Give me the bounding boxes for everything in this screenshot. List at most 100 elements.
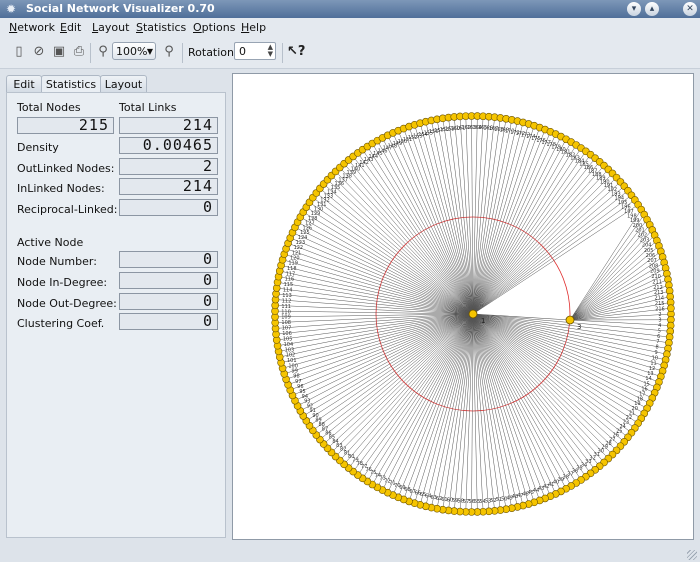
node-label[interactable]: 119 — [288, 261, 298, 267]
total-nodes-label: Total Nodes — [17, 101, 81, 114]
total-nodes-value: 215 — [17, 117, 114, 134]
node-in-degree-value: 0 — [119, 272, 218, 289]
node-label[interactable]: 54 — [479, 499, 485, 505]
menu-layout[interactable]: Layout — [92, 21, 129, 34]
edge-line — [472, 147, 582, 315]
rotation-spinbox[interactable]: 0 ▲ ▼ — [234, 42, 276, 60]
node-label[interactable]: 58 — [458, 499, 464, 505]
node-label[interactable]: 101 — [287, 358, 297, 364]
graph-node[interactable] — [667, 304, 675, 313]
whats-this-icon[interactable]: ↖? — [287, 43, 305, 61]
minimize-button[interactable]: ▾ — [627, 2, 641, 16]
menu-statistics[interactable]: Statistics — [136, 21, 186, 34]
node-label[interactable]: 113 — [282, 293, 292, 299]
node-label[interactable]: 52 — [490, 498, 496, 504]
node-label[interactable]: 100 — [288, 363, 298, 369]
node-label[interactable]: 57 — [463, 499, 469, 505]
node-label[interactable]: 120 — [290, 256, 300, 262]
node-label[interactable]: 103 — [285, 347, 295, 353]
node-label[interactable]: 109 — [281, 315, 291, 321]
open-folder-icon[interactable]: ⊘ — [30, 43, 48, 61]
node-label[interactable]: 104 — [284, 342, 294, 348]
node-label[interactable]: 114 — [283, 287, 293, 293]
node-label[interactable]: 53 — [485, 498, 491, 504]
hub-node-label[interactable]: 1 — [481, 317, 485, 325]
edge-line — [367, 146, 474, 315]
node-label[interactable]: 99 — [292, 368, 298, 374]
menu-options[interactable]: Options — [193, 21, 235, 34]
outlinked-label: OutLinked Nodes: — [17, 162, 115, 175]
node-label[interactable]: 55 — [474, 499, 480, 505]
node-label[interactable]: 110 — [281, 309, 291, 315]
edge-line — [472, 117, 495, 315]
toolbar-separator — [90, 43, 91, 63]
node-label[interactable]: 98 — [293, 374, 299, 380]
edge-line — [472, 313, 609, 459]
edge-line — [425, 121, 474, 315]
edge-line — [372, 143, 474, 315]
edge-line — [472, 204, 639, 315]
graph-canvas[interactable]: 2 3 4 5 6 7 8 9 10 11 12 13 14 15 16 17 18 19 20 21 22 23 24 25… — [232, 73, 694, 540]
node-label[interactable]: 56 — [468, 499, 474, 505]
node-label[interactable]: 118 — [287, 266, 297, 272]
node-label[interactable]: 105 — [283, 337, 293, 343]
inlinked-label: InLinked Nodes: — [17, 182, 105, 195]
node-label[interactable]: 108 — [281, 320, 291, 326]
edge-line — [425, 313, 474, 507]
total-links-value: 214 — [119, 117, 218, 134]
new-file-icon[interactable]: ▯ — [10, 43, 28, 61]
node-label[interactable]: 97 — [295, 379, 301, 385]
network-graph[interactable]: 2345678910111213141516171819202122232425… — [233, 74, 693, 539]
edge-line — [569, 319, 671, 326]
menu-network[interactable]: Network — [9, 21, 55, 34]
tab-layout[interactable]: Layout — [100, 75, 147, 93]
node-label[interactable]: 111 — [281, 304, 291, 310]
node-label[interactable]: 112 — [282, 298, 292, 304]
node-label[interactable]: 216 — [655, 307, 665, 313]
zoom-out-icon[interactable]: ⚲ — [160, 43, 178, 61]
edge-line — [472, 313, 617, 451]
close-button[interactable]: ✕ — [683, 2, 697, 16]
zoom-in-icon[interactable]: ⚲ — [94, 43, 112, 61]
node-label[interactable]: 115 — [284, 282, 294, 288]
hub2-node[interactable] — [565, 315, 575, 325]
edge-line — [472, 177, 617, 315]
chevron-down-icon: ▼ — [146, 47, 153, 56]
node-label[interactable]: 51 — [496, 497, 502, 503]
menu-help[interactable]: Help — [241, 21, 266, 34]
edge-line — [372, 313, 474, 485]
maximize-button[interactable]: ▴ — [645, 2, 659, 16]
active-node-heading: Active Node — [17, 236, 84, 249]
total-links-label: Total Links — [119, 101, 177, 114]
node-out-degree-label: Node Out-Degree: — [17, 297, 117, 310]
tab-edit[interactable]: Edit — [6, 75, 42, 93]
node-label[interactable]: 116 — [285, 277, 295, 283]
resize-grip-icon[interactable] — [687, 550, 697, 560]
toolbar-separator — [182, 43, 183, 63]
edge-line — [472, 313, 645, 414]
zoom-select[interactable]: 100% ▼ — [112, 42, 156, 60]
toolbar: ▯ ⊘ ▣ ⎙ ⚲ ⚲ ↖? — [0, 37, 700, 69]
zoom-value: 100% — [116, 45, 148, 58]
gear-icon[interactable]: ✹ — [4, 2, 18, 16]
spin-arrows-icon[interactable]: ▲ ▼ — [268, 44, 273, 58]
edge-line — [297, 221, 474, 315]
node-label[interactable]: 121 — [292, 250, 302, 256]
hub-node[interactable] — [468, 309, 478, 319]
node-in-degree-label: Node In-Degree: — [17, 276, 108, 289]
rotation-value: 0 — [239, 45, 246, 58]
menu-edit[interactable]: Edit — [60, 21, 81, 34]
hub2-node-label[interactable]: 3 — [577, 323, 581, 331]
menu-bar: Network Edit Layout Statistics Options H… — [0, 18, 700, 37]
edge-line — [387, 135, 474, 315]
node-label[interactable]: 59 — [452, 498, 458, 504]
node-label[interactable]: 117 — [286, 271, 296, 277]
edge-line — [367, 313, 474, 482]
inlinked-value: 214 — [119, 178, 218, 195]
node-number-value: 0 — [119, 251, 218, 268]
node-label[interactable]: 106 — [282, 331, 292, 337]
save-icon[interactable]: ▣ — [50, 43, 68, 61]
print-icon[interactable]: ⎙ — [70, 43, 88, 61]
node-label[interactable]: 107 — [282, 326, 292, 332]
node-label[interactable]: 102 — [286, 353, 296, 359]
